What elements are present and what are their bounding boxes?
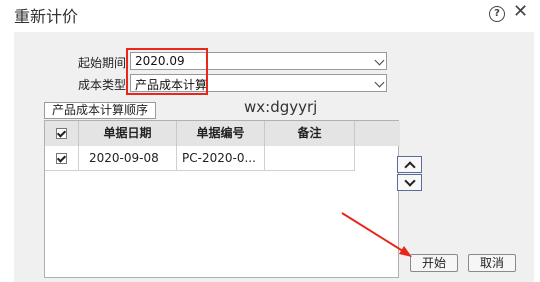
column-header[interactable]: 单据编号 [177, 121, 265, 146]
tab-cost-calc-order[interactable]: 产品成本计算顺序 [44, 102, 156, 119]
cost-type-label: 成本类型 [78, 78, 127, 92]
header-select-all[interactable] [45, 121, 79, 146]
checkbox[interactable] [56, 153, 67, 164]
start-button[interactable]: 开始 [410, 254, 458, 272]
highlight-box [126, 48, 208, 95]
cell-note [265, 146, 355, 171]
document-table: 单据日期 单据编号 备注 2020-09-08 PC-2020-0... [44, 120, 400, 278]
dialog-body: 起始期间 2020.09 成本类型 产品成本计算 产品成本计算顺序 wx:dgy… [14, 32, 534, 282]
column-header[interactable]: 单据日期 [79, 121, 177, 146]
cell-number: PC-2020-0... [177, 146, 265, 171]
watermark-text: wx:dgyyrj [244, 98, 318, 116]
row-select[interactable] [45, 146, 79, 171]
cell-date: 2020-09-08 [79, 146, 177, 171]
column-header[interactable]: 备注 [265, 121, 355, 146]
help-icon[interactable]: ? [489, 6, 505, 22]
chevron-down-icon [404, 175, 416, 187]
checkbox[interactable] [56, 128, 67, 139]
move-down-button[interactable] [397, 174, 422, 191]
dialog-title: 重新计价 [14, 7, 79, 26]
move-up-button[interactable] [397, 156, 422, 173]
chevron-up-icon [404, 161, 416, 173]
start-period-label: 起始期间 [78, 56, 127, 70]
chevron-down-icon [374, 55, 385, 66]
dialog-titlebar: 重新计价 ? ✕ [0, 0, 540, 30]
chevron-down-icon [374, 77, 385, 88]
close-icon[interactable]: ✕ [513, 2, 528, 22]
cancel-button[interactable]: 取消 [468, 254, 516, 272]
table-header: 单据日期 单据编号 备注 [45, 121, 400, 146]
